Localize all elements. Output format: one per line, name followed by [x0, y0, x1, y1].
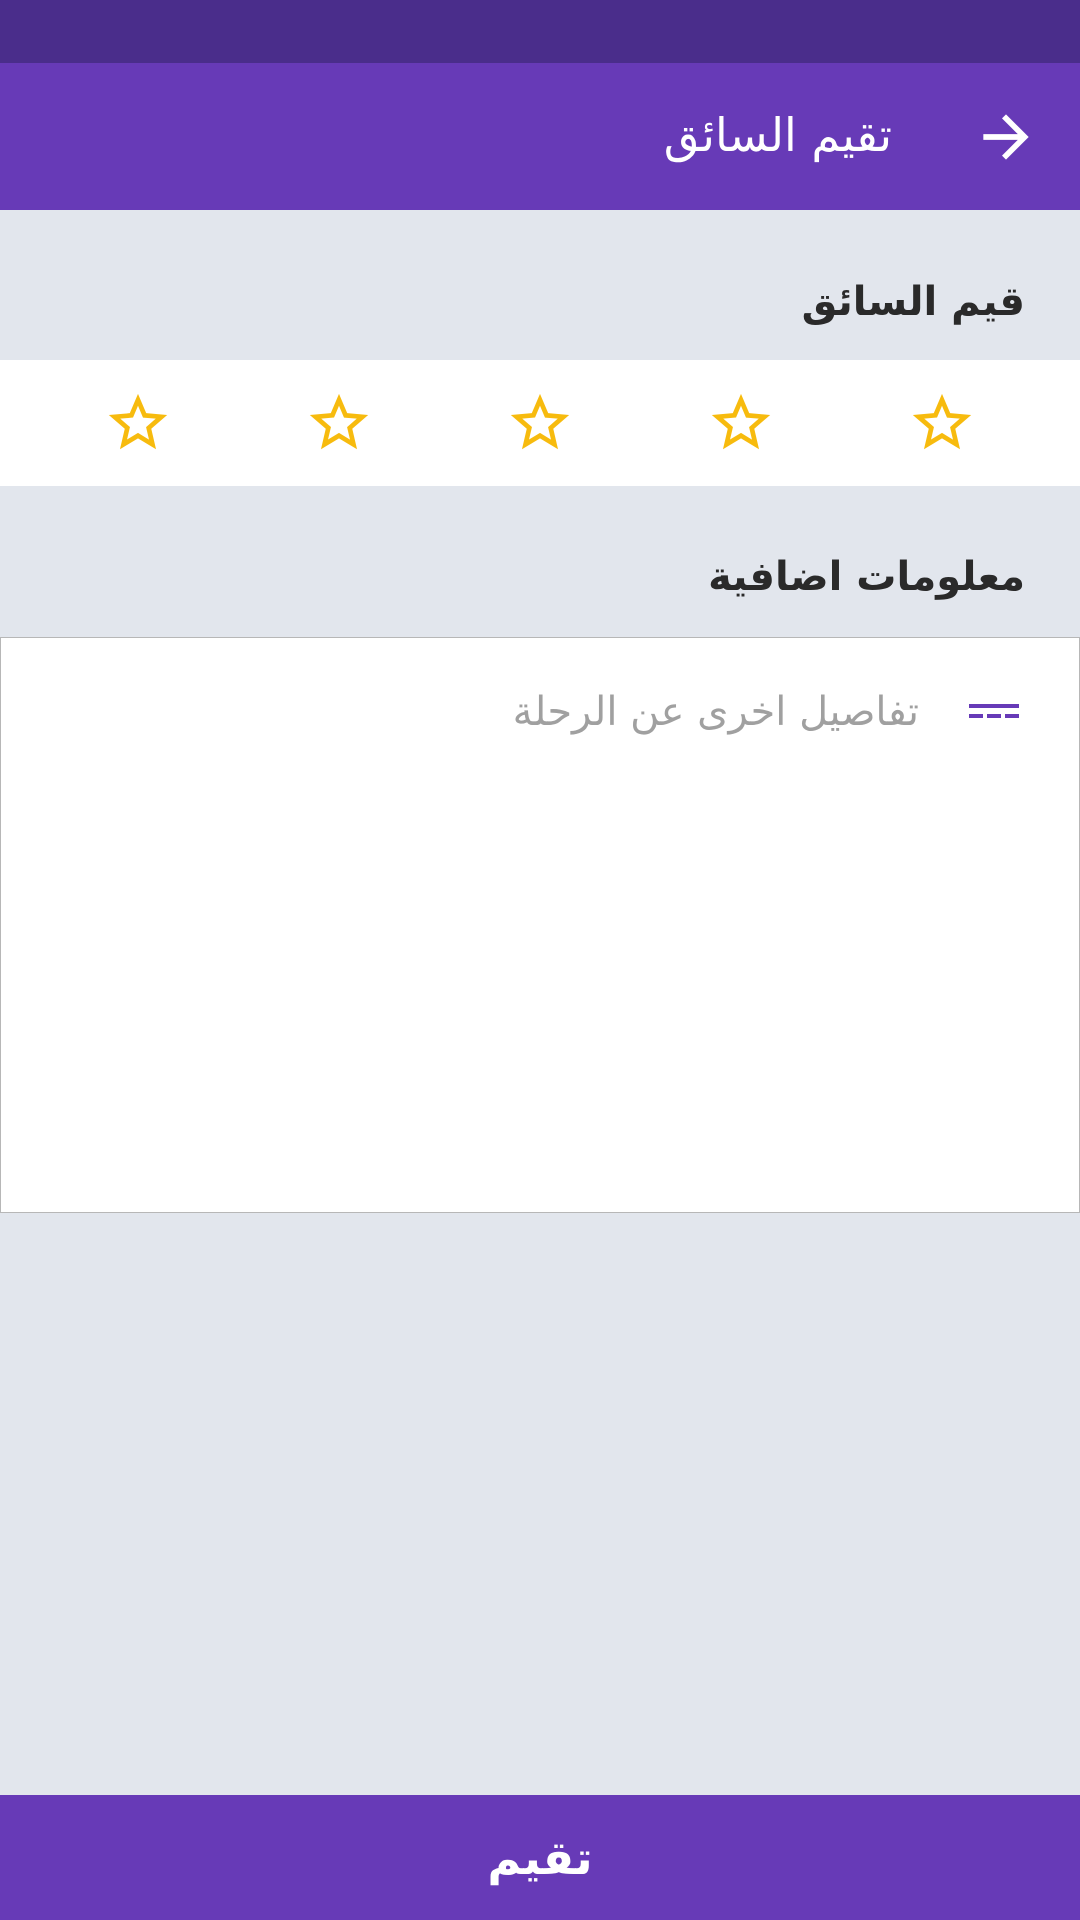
- star-outline-icon: [309, 393, 369, 450]
- page-title: تقيم السائق: [663, 108, 892, 162]
- star-outline-icon: [510, 393, 570, 450]
- star-4-button[interactable]: [303, 388, 375, 458]
- additional-info-heading: معلومات اضافية: [708, 554, 1025, 600]
- star-outline-icon: [108, 393, 168, 450]
- trip-details-field[interactable]: [0, 637, 1080, 1213]
- back-button[interactable]: [972, 103, 1040, 171]
- submit-rating-button[interactable]: تقيم: [0, 1795, 1080, 1920]
- arrow-forward-icon: [983, 114, 1029, 160]
- star-3-button[interactable]: [504, 388, 576, 458]
- status-bar: [0, 0, 1080, 63]
- notes-icon: [969, 702, 1019, 722]
- star-5-button[interactable]: [102, 388, 174, 458]
- star-2-button[interactable]: [705, 388, 777, 458]
- rating-heading: قيم السائق: [801, 279, 1025, 325]
- app-bar: تقيم السائق: [0, 63, 1080, 210]
- trip-details-input[interactable]: [99, 682, 919, 742]
- star-1-button[interactable]: [906, 388, 978, 458]
- star-outline-icon: [912, 393, 972, 450]
- star-outline-icon: [711, 393, 771, 450]
- star-rating: [0, 360, 1080, 486]
